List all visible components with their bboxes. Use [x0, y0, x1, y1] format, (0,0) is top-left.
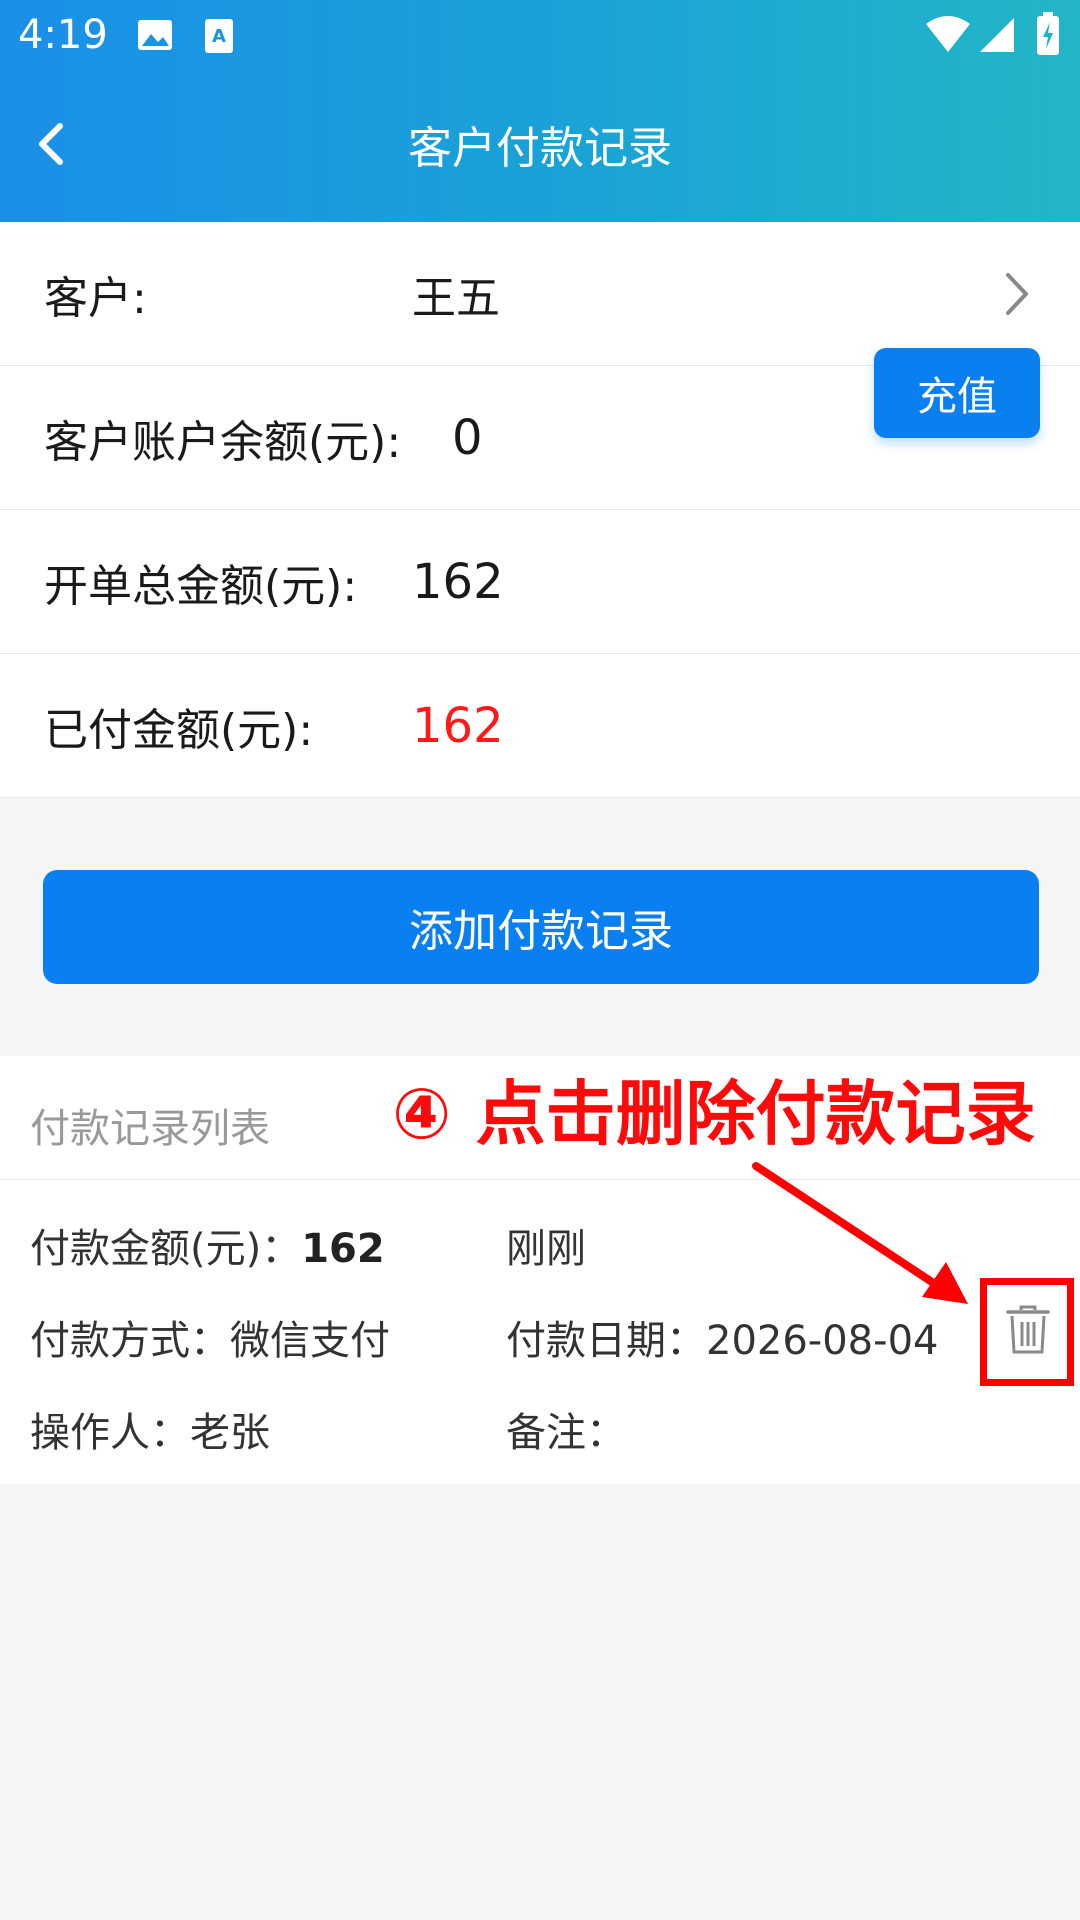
font-icon: A [204, 18, 234, 58]
recharge-button[interactable]: 充值 [874, 348, 1040, 438]
annotation-highlight-box [980, 1278, 1074, 1386]
operator-value: 老张 [190, 1410, 270, 1456]
balance-label: 客户账户余额(元): [44, 416, 402, 468]
paid-row: 已付金额(元): 162 [0, 654, 1080, 798]
wifi-icon [924, 14, 972, 58]
balance-value: 0 [452, 409, 483, 466]
operator-field: 操作人：老张 [30, 1400, 270, 1458]
status-time: 4:19 [18, 12, 108, 58]
signal-icon [978, 16, 1016, 58]
method-value: 微信支付 [230, 1318, 390, 1364]
amount-value: 162 [301, 1226, 385, 1272]
customer-row[interactable]: 客户: 王五 [0, 222, 1080, 366]
amount-field: 付款金额(元)：162 [30, 1216, 385, 1274]
total-row: 开单总金额(元): 162 [0, 510, 1080, 654]
annotation-text: ④ 点击删除付款记录 [392, 1073, 1036, 1155]
customer-info-panel: 客户: 王五 客户账户余额(元): 0 开单总金额(元): 162 已付金额(元… [0, 222, 1080, 798]
date-value: 2026-08-04 [706, 1318, 939, 1364]
customer-value: 王五 [412, 272, 500, 324]
battery-icon [1036, 12, 1060, 60]
record-time: 刚刚 [506, 1226, 586, 1272]
total-value: 162 [412, 553, 504, 610]
svg-text:A: A [212, 26, 226, 47]
page-title: 客户付款记录 [408, 123, 672, 174]
method-field: 付款方式：微信支付 [30, 1308, 390, 1366]
customer-label: 客户: [44, 272, 147, 324]
date-label: 付款日期： [506, 1318, 706, 1364]
app-header: 4:19 A 客户付款记录 [0, 0, 1080, 222]
chevron-right-icon [1002, 269, 1032, 319]
image-icon [136, 18, 174, 56]
list-title: 付款记录列表 [30, 1106, 270, 1152]
total-label: 开单总金额(元): [44, 560, 358, 612]
operator-label: 操作人： [30, 1410, 190, 1456]
date-field: 付款日期：2026-08-04 [506, 1308, 938, 1366]
add-payment-record-button[interactable]: 添加付款记录 [43, 870, 1039, 984]
list-item[interactable]: 付款金额(元)：162 刚刚 付款方式：微信支付 付款日期：2026-08-04… [0, 1180, 1080, 1484]
note-label: 备注： [506, 1410, 626, 1456]
paid-label: 已付金额(元): [44, 704, 314, 756]
paid-value: 162 [412, 697, 504, 754]
method-label: 付款方式： [30, 1318, 230, 1364]
amount-label: 付款金额(元)： [30, 1226, 302, 1272]
